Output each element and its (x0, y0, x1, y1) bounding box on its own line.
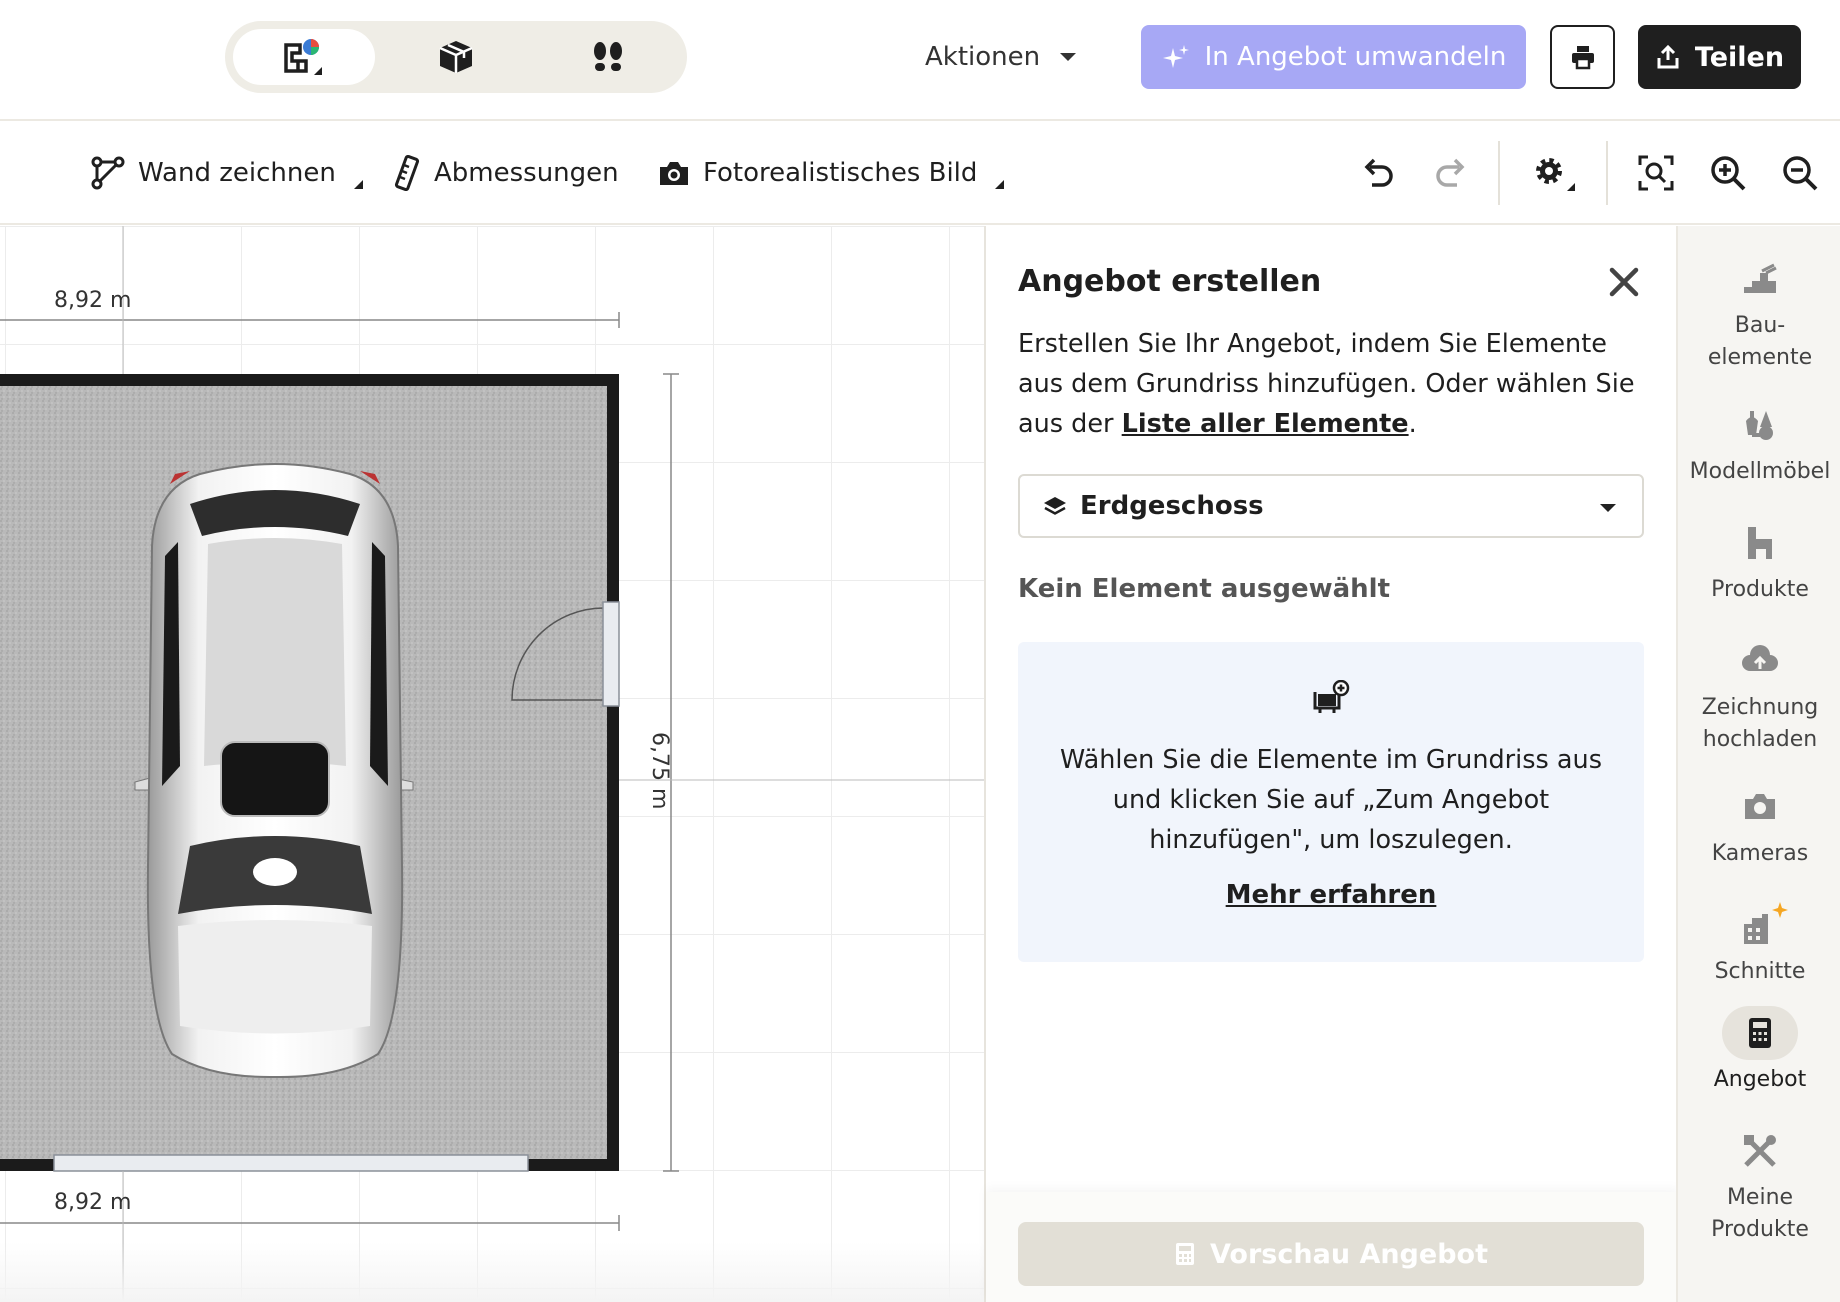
sidebar-item-furniture[interactable]: Modellmöbel (1678, 398, 1840, 488)
sidebar-item-label: Zeichnung hochladen (1701, 695, 1819, 752)
editor-toolbar: Wand zeichnen Abmessungen Fotorealistisc… (0, 121, 1840, 225)
sidebar-item-sections[interactable]: Schnitte (1678, 898, 1840, 988)
right-sidebar: Bau- elemente Modellmöbel Produkte Zeich… (1676, 226, 1840, 1302)
car-model[interactable] (134, 463, 414, 1079)
actions-menu[interactable]: Aktionen (925, 36, 1077, 78)
dimension-label-right: 6,75 m (647, 732, 672, 810)
floorplan-2d-icon (284, 39, 322, 75)
building-elements-icon (1722, 252, 1798, 306)
preview-quote-label: Vorschau Angebot (1210, 1238, 1488, 1270)
dimension-line-right (619, 373, 984, 1172)
zoom-fit-button[interactable] (1634, 151, 1678, 195)
quote-panel: Angebot erstellen Erstellen Sie Ihr Ange… (984, 226, 1678, 1302)
dimensions-label: Abmessungen (434, 158, 619, 188)
footsteps-icon (594, 42, 622, 71)
convert-label: In Angebot umwandeln (1204, 42, 1507, 72)
add-furniture-icon (1313, 680, 1350, 713)
learn-more-link[interactable]: Mehr erfahren (1018, 880, 1644, 910)
panel-title: Angebot erstellen (1018, 264, 1322, 299)
top-header: Aktionen In Angebot umwandeln Teilen (0, 0, 1840, 121)
sidebar-item-products[interactable]: Produkte (1678, 516, 1840, 606)
description-end: . (1408, 409, 1417, 439)
view-2d-button[interactable] (233, 29, 375, 85)
draw-wall-label: Wand zeichnen (138, 158, 336, 188)
dimensions-tool[interactable]: Abmessungen (392, 151, 619, 195)
sidebar-item-building-elements[interactable]: Bau- elemente (1678, 252, 1840, 374)
photo-render-tool[interactable]: Fotorealistisches Bild (657, 151, 1005, 195)
sidebar-item-label: Schnitte (1714, 959, 1806, 984)
garage-door[interactable] (53, 1154, 529, 1172)
draw-wall-tool[interactable]: Wand zeichnen (90, 151, 363, 195)
ruler-icon (394, 155, 420, 191)
sidebar-item-label: Kameras (1711, 841, 1809, 866)
sidebar-item-quote[interactable]: Angebot (1678, 1006, 1840, 1096)
redo-icon (1436, 158, 1465, 187)
my-products-icon (1722, 1124, 1798, 1178)
close-icon (1609, 267, 1639, 297)
undo-button[interactable] (1356, 151, 1400, 195)
canvas-bottom-fade (0, 1242, 984, 1302)
floorplan-canvas[interactable]: 8,92 m 8,92 m 6,75 m (0, 226, 984, 1302)
floor-select-value: Erdgeschoss (1080, 491, 1264, 521)
preview-footer: Vorschau Angebot (986, 1192, 1678, 1302)
zoom-out-icon (1783, 156, 1818, 191)
share-upload-icon (1657, 44, 1679, 69)
zoom-in-icon (1711, 156, 1746, 191)
floor-select[interactable]: Erdgeschoss (1018, 474, 1644, 538)
photo-render-label: Fotorealistisches Bild (703, 158, 978, 188)
cube-3d-icon (439, 41, 473, 73)
products-icon (1722, 516, 1798, 570)
sidebar-item-cameras[interactable]: Kameras (1678, 780, 1840, 870)
view-3d-button[interactable] (385, 29, 527, 85)
zoom-out-button[interactable] (1778, 151, 1822, 195)
upload-cloud-icon (1722, 634, 1798, 688)
draw-wall-icon (91, 156, 125, 190)
dimension-label-bottom: 8,92 m (54, 1190, 132, 1215)
zoom-in-button[interactable] (1706, 151, 1750, 195)
actions-label: Aktionen (925, 42, 1041, 72)
zoom-fit-icon (1638, 155, 1674, 191)
furniture-icon (1722, 398, 1798, 452)
preview-quote-button[interactable]: Vorschau Angebot (1018, 1222, 1644, 1286)
view-walk-button[interactable] (537, 29, 679, 85)
settings-button[interactable] (1530, 151, 1584, 195)
share-button[interactable]: Teilen (1638, 25, 1801, 89)
sections-icon (1722, 898, 1798, 952)
redo-button[interactable] (1429, 151, 1473, 195)
toolbar-divider (1606, 141, 1608, 205)
close-panel-button[interactable] (1606, 264, 1642, 300)
submenu-corner-icon (995, 179, 1005, 189)
chevron-down-icon (1600, 504, 1616, 512)
camera-icon (660, 162, 688, 185)
info-text: Wählen Sie die Elemente im Grundriss aus… (1059, 745, 1602, 855)
sidebar-item-label: Modellmöbel (1689, 459, 1831, 484)
print-button[interactable] (1550, 25, 1615, 89)
sidebar-item-upload-drawing[interactable]: Zeichnung hochladen (1678, 634, 1840, 756)
quote-info-box: Wählen Sie die Elemente im Grundriss aus… (1018, 642, 1644, 962)
share-label: Teilen (1694, 41, 1785, 73)
sidebar-item-label: Produkte (1711, 577, 1809, 602)
calculator-icon (1176, 1243, 1195, 1265)
floorplan-drawing (0, 226, 984, 1302)
convert-to-quote-button[interactable]: In Angebot umwandeln (1141, 25, 1526, 89)
camera-icon (1722, 780, 1798, 834)
sidebar-item-label: Bau- elemente (1707, 313, 1813, 370)
dimension-label-top: 8,92 m (54, 288, 132, 313)
toolbar-divider (1498, 141, 1500, 205)
sidebar-item-my-products[interactable]: Meine Produkte (1678, 1124, 1840, 1246)
sidebar-item-label: Meine Produkte (1711, 1185, 1809, 1242)
all-elements-link[interactable]: Liste aller Elemente (1122, 409, 1409, 439)
view-mode-switch (225, 21, 687, 93)
calculator-icon (1722, 1006, 1798, 1060)
submenu-corner-icon (353, 179, 363, 189)
no-element-selected-label: Kein Element ausgewählt (1018, 574, 1391, 604)
printer-icon (1571, 46, 1594, 70)
panel-description: Erstellen Sie Ihr Angebot, indem Sie Ele… (1018, 324, 1648, 444)
sidebar-item-label: Angebot (1713, 1067, 1807, 1092)
sparkle-icon (1162, 45, 1189, 68)
undo-icon (1364, 158, 1393, 187)
settings-icon (1536, 158, 1575, 191)
layers-icon (1044, 497, 1066, 515)
chevron-down-icon (1060, 53, 1077, 61)
